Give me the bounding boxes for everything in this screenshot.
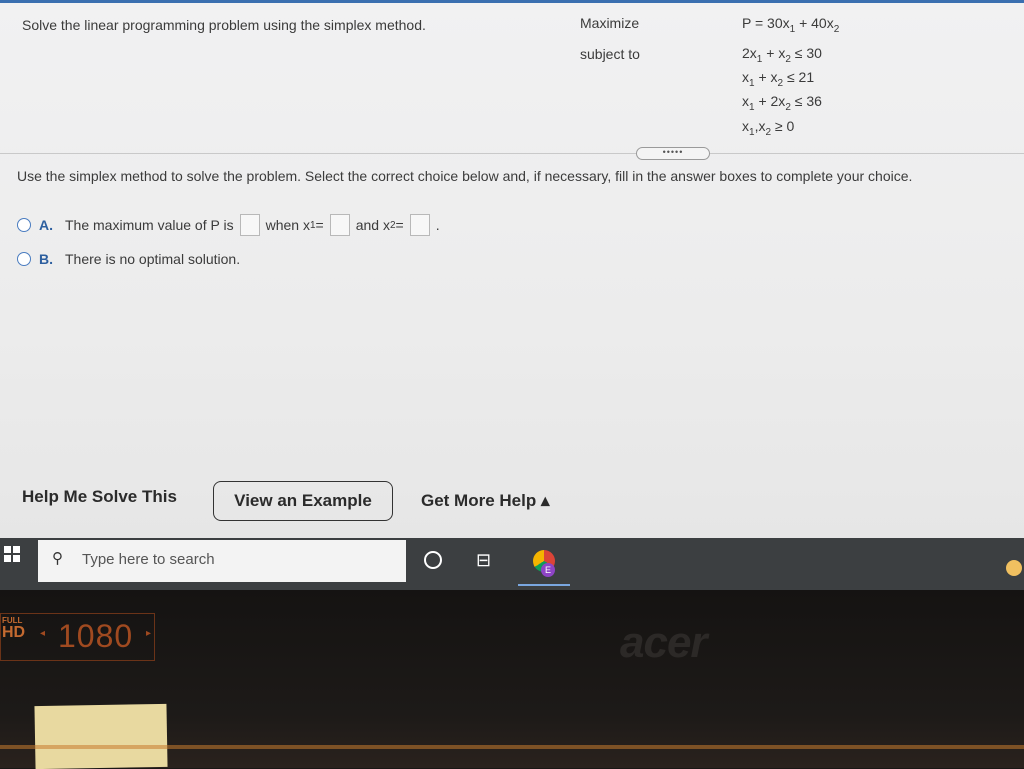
hd-text: HD xyxy=(2,624,26,641)
expand-toggle-button[interactable]: ••••• xyxy=(636,147,710,160)
active-app-indicator xyxy=(518,584,570,586)
choice-a-text-2: when x xyxy=(265,217,310,233)
choice-a-text-3: and x xyxy=(355,217,390,233)
view-example-button[interactable]: View an Example xyxy=(213,481,393,521)
taskbar-search-input[interactable]: ⚲ Type here to search xyxy=(38,540,406,582)
choice-a-radio[interactable] xyxy=(17,218,31,232)
answer-box-x1[interactable] xyxy=(329,214,350,236)
instruction-text: Use the simplex method to solve the prob… xyxy=(17,168,913,184)
search-icon: ⚲ xyxy=(52,550,63,567)
weather-icon[interactable] xyxy=(1006,560,1022,576)
acer-logo: acer xyxy=(620,618,708,667)
chrome-profile-badge: E xyxy=(541,563,555,577)
subject-to-label: subject to xyxy=(580,46,640,62)
choice-a-letter: A. xyxy=(39,217,53,233)
constraint-1: 2x1 + x2 ≤ 30 xyxy=(742,45,822,65)
hd-resolution: 1080 xyxy=(58,618,134,654)
constraint-3: x1 + 2x2 ≤ 36 xyxy=(742,93,822,113)
nonnegativity-constraint: x1,x2 ≥ 0 xyxy=(742,118,795,138)
section-divider xyxy=(0,153,1024,154)
cortana-icon[interactable] xyxy=(424,551,442,569)
constraint-2: x1 + x2 ≤ 21 xyxy=(742,69,815,89)
choice-a-eq-1: = xyxy=(315,217,324,233)
choice-a[interactable]: A. The maximum value of P is when x1 = a… xyxy=(17,214,440,236)
get-more-help-button[interactable]: Get More Help ▴ xyxy=(421,491,550,511)
choice-a-text-1: The maximum value of P is xyxy=(65,217,234,233)
keyboard-sticker xyxy=(34,703,168,769)
hd-arrow-left-icon: ◂ xyxy=(40,628,46,639)
bezel-bottom-strip xyxy=(0,745,1024,749)
choice-a-end: . xyxy=(435,217,440,233)
search-placeholder: Type here to search xyxy=(82,551,215,568)
windows-start-icon[interactable] xyxy=(4,546,20,562)
browser-content: Solve the linear programming problem usi… xyxy=(0,0,1024,545)
choice-b-letter: B. xyxy=(39,251,53,267)
choice-b[interactable]: B. There is no optimal solution. xyxy=(17,251,240,267)
choice-b-radio[interactable] xyxy=(17,252,31,266)
help-me-solve-button[interactable]: Help Me Solve This xyxy=(22,487,177,507)
problem-intro: Solve the linear programming problem usi… xyxy=(22,17,426,33)
answer-box-p[interactable] xyxy=(239,214,260,236)
answer-box-x2[interactable] xyxy=(409,214,430,236)
choice-a-eq-2: = xyxy=(395,217,404,233)
objective-function: P = 30x1 + 40x2 xyxy=(742,15,840,35)
hd-arrow-right-icon: ▸ xyxy=(146,628,152,639)
choice-b-text: There is no optimal solution. xyxy=(65,251,241,267)
top-accent-bar xyxy=(0,0,1024,3)
task-view-icon[interactable]: ⊟ xyxy=(476,550,491,571)
maximize-label: Maximize xyxy=(580,15,640,31)
